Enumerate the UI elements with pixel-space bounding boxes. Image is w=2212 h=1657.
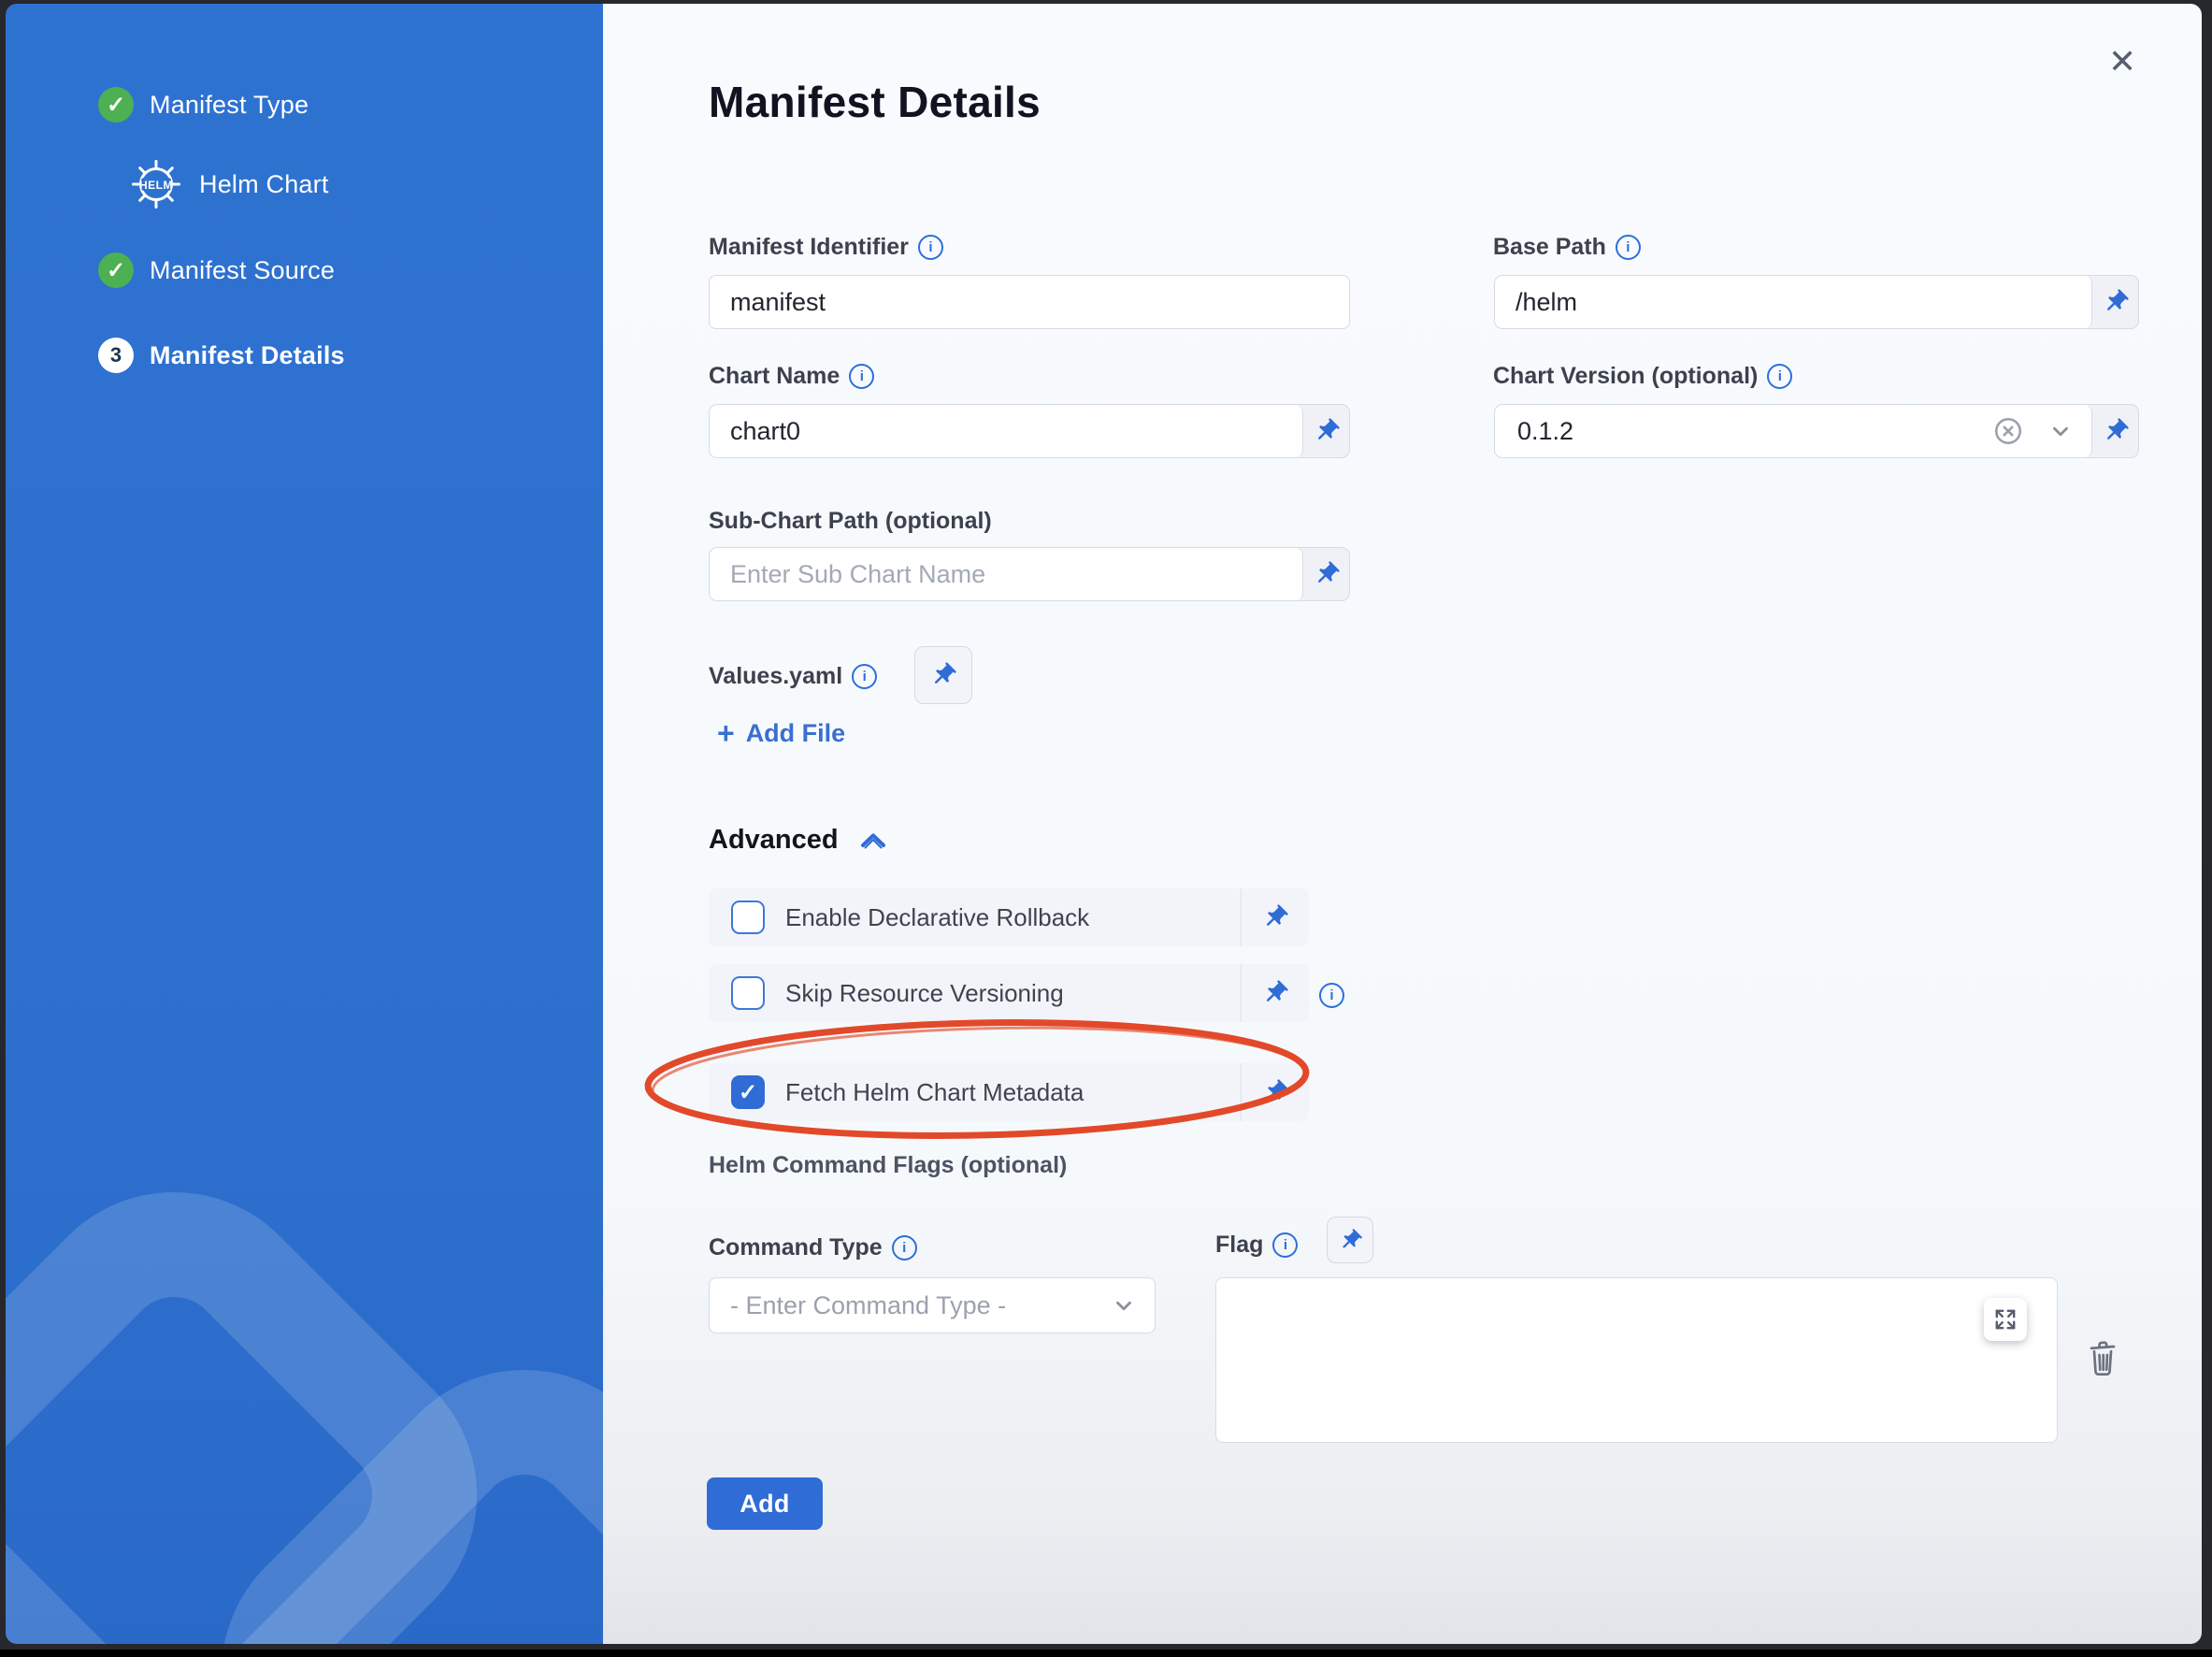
checkbox-label: Fetch Helm Chart Metadata: [785, 1078, 1241, 1107]
sidebar-step-manifest-source[interactable]: ✓ Manifest Source: [98, 252, 335, 288]
info-icon[interactable]: i: [1319, 983, 1344, 1008]
flag-pin-button[interactable]: [1327, 1217, 1373, 1263]
pin-icon[interactable]: [1241, 964, 1309, 1022]
info-icon[interactable]: i: [892, 1235, 917, 1261]
sub-chart-path-input-group: [709, 547, 1350, 601]
manifest-details-panel: ✕ Manifest Details Manifest Identifier i…: [603, 4, 2202, 1644]
wizard-sidebar: ✓ Manifest Type HELM Helm Chart: [6, 4, 603, 1644]
sidebar-step-manifest-details[interactable]: 3 Manifest Details: [98, 338, 345, 373]
chart-name-label: Chart Name: [709, 363, 840, 390]
manifest-identifier-input[interactable]: [709, 275, 1350, 329]
step-complete-icon: ✓: [98, 252, 134, 288]
svg-text:HELM: HELM: [139, 179, 173, 192]
checkbox[interactable]: ✓: [731, 901, 765, 934]
values-yaml-label: Values.yaml: [709, 663, 842, 690]
sidebar-step-helm-chart[interactable]: HELM Helm Chart: [132, 160, 329, 209]
chevron-down-icon: [1112, 1293, 1136, 1318]
info-icon[interactable]: i: [849, 364, 874, 389]
step-label: Helm Chart: [199, 170, 329, 199]
checkbox-label: Skip Resource Versioning: [785, 979, 1241, 1008]
manifest-wizard-dialog: ✓ Manifest Type HELM Helm Chart: [6, 4, 2202, 1644]
base-path-input[interactable]: [1495, 276, 2092, 328]
pin-icon[interactable]: [2092, 405, 2138, 457]
base-path-label: Base Path: [1493, 234, 1606, 261]
manifest-identifier-label: Manifest Identifier: [709, 234, 909, 261]
flag-label: Flag: [1215, 1232, 1263, 1259]
chart-version-label: Chart Version (optional): [1493, 363, 1758, 390]
harness-logo-watermark: [6, 1159, 603, 1644]
base-path-input-group: [1494, 275, 2139, 329]
close-icon[interactable]: ✕: [2108, 45, 2136, 79]
pin-icon[interactable]: [1241, 888, 1309, 946]
command-type-label: Command Type: [709, 1234, 883, 1261]
info-icon[interactable]: i: [1616, 235, 1641, 260]
info-icon[interactable]: i: [1272, 1232, 1298, 1258]
expand-icon[interactable]: [1984, 1298, 2027, 1341]
add-file-button[interactable]: + Add File: [717, 718, 845, 748]
chevron-up-icon[interactable]: [859, 831, 887, 850]
sidebar-step-manifest-type[interactable]: ✓ Manifest Type: [98, 87, 309, 122]
chart-name-input[interactable]: [710, 405, 1303, 457]
add-button[interactable]: Add: [707, 1477, 823, 1530]
checkbox-row-enable-declarative-rollback[interactable]: ✓ Enable Declarative Rollback: [709, 888, 1309, 946]
pin-icon[interactable]: [1303, 548, 1349, 600]
step-number-badge: 3: [98, 338, 134, 373]
checkbox-label: Enable Declarative Rollback: [785, 903, 1241, 932]
checkbox-row-skip-resource-versioning[interactable]: ✓ Skip Resource Versioning: [709, 964, 1309, 1022]
helm-command-flags-title: Helm Command Flags (optional): [709, 1152, 1067, 1179]
sub-chart-path-label: Sub-Chart Path (optional): [709, 508, 992, 535]
command-type-select[interactable]: - Enter Command Type -: [709, 1277, 1156, 1333]
checkbox[interactable]: ✓: [731, 1075, 765, 1109]
step-complete-icon: ✓: [98, 87, 134, 122]
step-label: Manifest Source: [150, 256, 335, 285]
clear-icon[interactable]: [1992, 415, 2024, 447]
chart-name-input-group: [709, 404, 1350, 458]
info-icon[interactable]: i: [852, 664, 877, 689]
pin-icon[interactable]: [1303, 405, 1349, 457]
step-label: Manifest Type: [150, 91, 309, 120]
advanced-section-title: Advanced: [709, 825, 839, 856]
chart-version-input-group: [1494, 404, 2139, 458]
helm-wheel-icon: HELM: [132, 160, 180, 209]
plus-icon: +: [717, 718, 735, 748]
command-type-placeholder: - Enter Command Type -: [730, 1291, 1006, 1320]
trash-icon[interactable]: [2086, 1339, 2119, 1376]
chevron-down-icon[interactable]: [2048, 419, 2073, 443]
pin-icon[interactable]: [2092, 276, 2138, 328]
info-icon[interactable]: i: [918, 235, 943, 260]
checkbox-row-fetch-helm-chart-metadata[interactable]: ✓ Fetch Helm Chart Metadata: [709, 1063, 1309, 1121]
chart-version-input[interactable]: [1515, 416, 1992, 447]
step-label: Manifest Details: [150, 341, 345, 370]
values-yaml-pin-button[interactable]: [914, 646, 972, 704]
checkbox[interactable]: ✓: [731, 976, 765, 1010]
pin-icon[interactable]: [1241, 1063, 1309, 1121]
info-icon[interactable]: i: [1767, 364, 1792, 389]
flag-textarea[interactable]: [1215, 1277, 2058, 1443]
screen-backdrop: ✓ Manifest Type HELM Helm Chart: [0, 0, 2212, 1657]
sub-chart-path-input[interactable]: [710, 548, 1303, 600]
page-title: Manifest Details: [709, 77, 1041, 127]
